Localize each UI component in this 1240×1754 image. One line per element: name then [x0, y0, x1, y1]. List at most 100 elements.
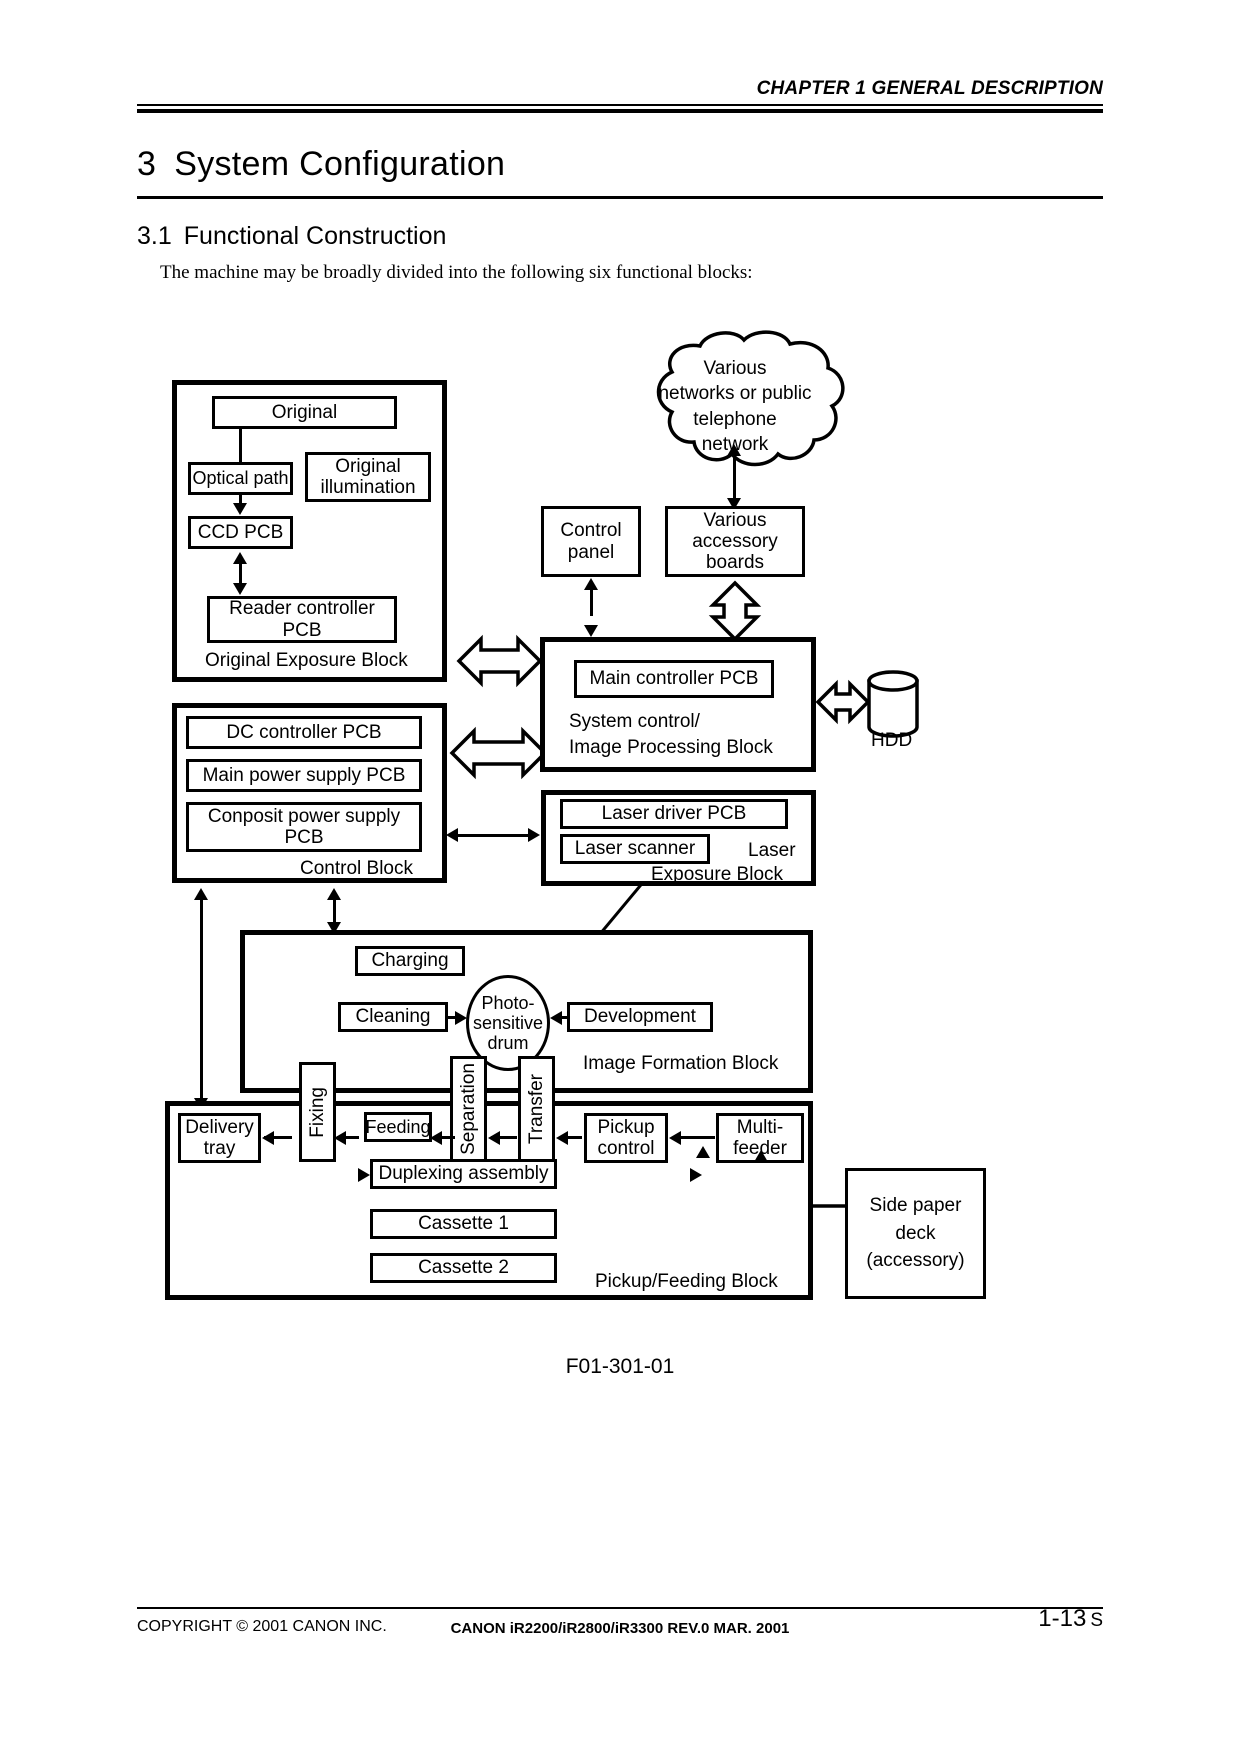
duplexing-exit-arrowhead — [690, 1168, 702, 1182]
laser-exposure-block-label-2: Exposure Block — [651, 864, 784, 885]
optical-to-ccd-arrowhead — [233, 503, 247, 515]
fixing-to-delivery-arrowhead — [262, 1131, 274, 1145]
system-control-block-label-1: System control/ — [569, 711, 700, 732]
footer-rule — [137, 1607, 1103, 1609]
footer-page: 1-13 S — [1038, 1605, 1103, 1633]
original-illumination-line-1: Original — [335, 455, 401, 477]
cloud-line-2: networks or public — [658, 383, 812, 405]
control-laser-arrowhead-right — [528, 828, 540, 842]
side-deck-line-1: Side paper — [869, 1195, 962, 1217]
accessory-boards-line-3: boards — [705, 552, 765, 574]
cleaning-to-drum-arrowhead — [455, 1011, 467, 1025]
ccd-reader-arrowhead-up — [233, 552, 247, 564]
control-imageformation-arrowhead-up — [327, 888, 341, 900]
original-to-optical-line — [239, 429, 242, 462]
laser-driver-pcb-box: Laser driver PCB — [560, 799, 788, 829]
block-arrow-main-to-hdd — [815, 679, 871, 725]
pickup-to-transfer-arrowhead — [556, 1131, 568, 1145]
side-deck-line-2: deck — [895, 1222, 936, 1244]
transfer-to-separation-arrowhead — [488, 1131, 500, 1145]
riser-to-multifeeder-arrowhead — [696, 1146, 710, 1158]
pickup-control-line-1: Pickup — [597, 1116, 655, 1138]
control-panel-line-2: panel — [567, 541, 615, 563]
side-deck-line-3: (accessory) — [866, 1250, 965, 1272]
page-number: 1-13 — [1038, 1605, 1087, 1632]
delivery-tray-line-2: tray — [203, 1138, 236, 1159]
development-to-drum-arrowhead — [550, 1011, 562, 1025]
accessory-boards-box: Various accessory boards — [665, 506, 805, 577]
composit-power-line-2: PCB — [284, 827, 324, 848]
delivery-tray-line-1: Delivery — [185, 1116, 254, 1138]
feeding-box: Feeding — [364, 1112, 432, 1142]
fixing-label: Fixing — [306, 1086, 328, 1138]
composit-power-line-1: Conposit power supply — [207, 805, 401, 827]
pickup-control-line-2: control — [597, 1138, 655, 1159]
page: CHAPTER 1 GENERAL DESCRIPTION 3 System Co… — [0, 0, 1240, 1754]
hdd-cylinder-shape — [867, 670, 919, 738]
charging-box: Charging — [355, 946, 465, 976]
dc-controller-pcb-box: DC controller PCB — [186, 716, 422, 749]
block-arrow-accessory-to-main — [708, 580, 762, 642]
cloud-line-1: Various — [703, 358, 767, 379]
duplexing-assembly-box: Duplexing assembly — [370, 1159, 557, 1189]
cloud-accessory-arrowhead-up — [727, 444, 741, 456]
side-paper-deck-box: Side paper deck (accessory) — [845, 1168, 986, 1299]
control-panel-line-1: Control — [560, 520, 622, 542]
drum-line-3: drum — [487, 1033, 529, 1054]
reader-controller-pcb-box: Reader controller PCB — [207, 596, 397, 643]
separation-label: Separation — [457, 1063, 479, 1155]
block-arrow-control-to-system — [449, 726, 548, 780]
control-panel-box: Control panel — [541, 506, 641, 577]
drum-line-2: sensitive — [472, 1012, 544, 1033]
hdd-label: HDD — [871, 730, 913, 751]
ccd-pcb-box: CCD PCB — [188, 516, 293, 549]
system-control-block-label-2: Image Processing Block — [569, 737, 773, 758]
composit-power-supply-pcb-box: Conposit power supply PCB — [186, 802, 422, 852]
original-illumination-box: Original illumination — [305, 452, 431, 502]
cloud-label: Various networks or public telephone net… — [645, 356, 825, 457]
laser-exposure-block-label-1: Laser — [748, 840, 796, 861]
system-configuration-diagram: Various networks or public telephone net… — [0, 0, 1240, 1754]
multifeeder-to-pickup-arrowhead — [669, 1131, 681, 1145]
control-block-label: Control Block — [300, 858, 413, 879]
reader-controller-line-1: Reader controller — [229, 598, 375, 620]
pickup-feeding-block-label: Pickup/Feeding Block — [595, 1271, 778, 1292]
control-panel-arrowhead-down — [584, 625, 598, 637]
original-box: Original — [212, 396, 397, 429]
delivery-tray-box: Delivery tray — [178, 1113, 261, 1163]
cloud-line-3: telephone — [693, 408, 777, 430]
main-controller-pcb-box: Main controller PCB — [574, 660, 774, 698]
original-exposure-block-label: Original Exposure Block — [205, 650, 408, 671]
accessory-boards-line-2: accessory — [692, 530, 778, 552]
figure-caption: F01-301-01 — [565, 1355, 675, 1378]
cleaning-box: Cleaning — [338, 1002, 448, 1032]
control-to-pickup-line — [200, 896, 203, 1104]
ccd-reader-arrowhead-down — [233, 583, 247, 595]
duplexing-entry-arrowhead — [358, 1168, 370, 1182]
transfer-label: Transfer — [525, 1073, 547, 1145]
separation-to-feeding-arrowhead — [430, 1131, 442, 1145]
pickup-control-box: Pickup control — [584, 1113, 668, 1163]
laser-scanner-box: Laser scanner — [560, 834, 710, 864]
sidedeck-to-multifeeder-arrowhead — [754, 1150, 768, 1162]
control-laser-line — [455, 834, 530, 837]
transfer-box: Transfer — [518, 1056, 555, 1162]
development-box: Development — [567, 1002, 713, 1032]
control-laser-arrowhead-left — [446, 828, 458, 842]
reader-controller-line-2: PCB — [282, 619, 322, 641]
image-formation-block-label: Image Formation Block — [583, 1053, 779, 1074]
optical-path-box: Optical path — [188, 462, 293, 495]
cassette-2-box: Cassette 2 — [370, 1253, 557, 1283]
drum-line-1: Photo- — [481, 992, 535, 1013]
cassette-1-box: Cassette 1 — [370, 1209, 557, 1239]
control-panel-line — [590, 586, 593, 616]
fixing-box: Fixing — [299, 1062, 336, 1162]
accessory-boards-line-1: Various — [703, 509, 767, 531]
page-suffix: S — [1090, 1610, 1103, 1631]
control-panel-arrowhead-up — [584, 578, 598, 590]
multi-feeder-line-1: Multi- — [736, 1116, 784, 1138]
control-to-pickup-arrowhead-up — [194, 888, 208, 900]
block-arrow-exposure-to-main — [456, 634, 543, 688]
feeding-to-fixing-arrowhead — [334, 1131, 346, 1145]
separation-box: Separation — [450, 1056, 487, 1162]
